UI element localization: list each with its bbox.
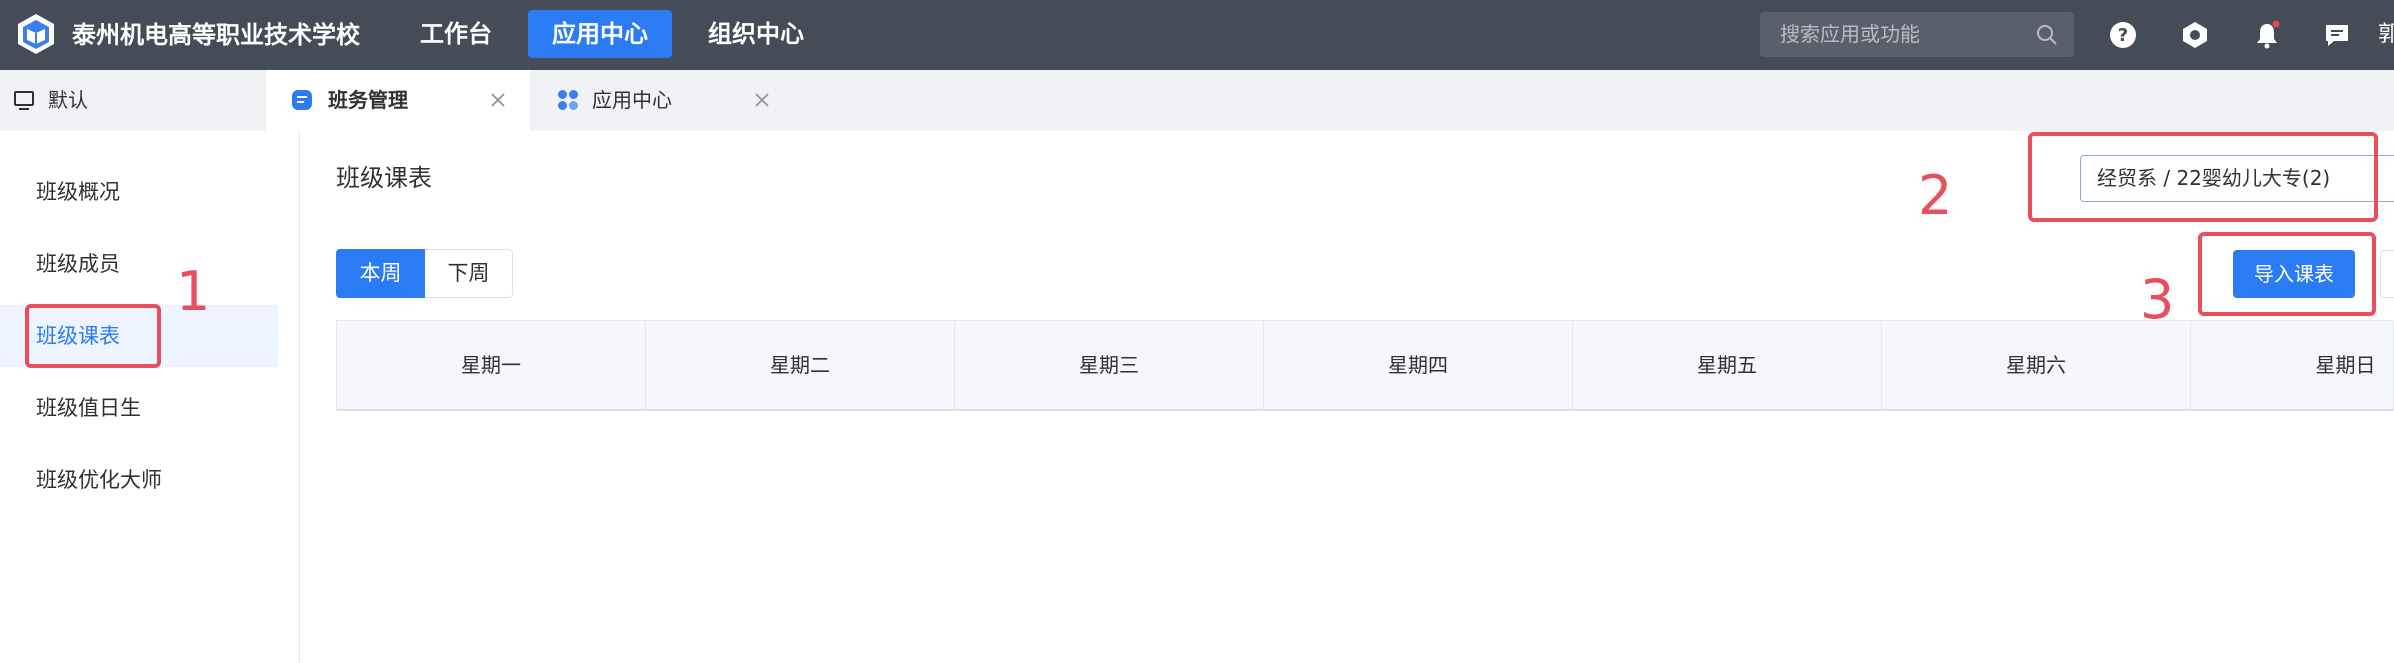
nav-org-center[interactable]: 组织中心 xyxy=(690,10,822,58)
bell-icon[interactable] xyxy=(2252,20,2282,50)
tab-bar: 默认 班务管理 应用中心 xyxy=(0,70,2394,131)
search-input[interactable]: 搜索应用或功能 xyxy=(1760,12,2074,57)
sidebar: 班级概况 班级成员 班级课表 班级值日生 班级优化大师 xyxy=(0,131,300,663)
search-placeholder: 搜索应用或功能 xyxy=(1780,22,1920,46)
this-week-button[interactable]: 本周 xyxy=(336,249,425,298)
sidebar-item-overview[interactable]: 班级概况 xyxy=(0,161,278,223)
chat-icon xyxy=(292,90,312,110)
school-name: 泰州机电高等职业技术学校 xyxy=(72,21,360,49)
weekday-header: 星期日 xyxy=(2315,353,2376,377)
top-bar: 泰州机电高等职业技术学校 工作台 应用中心 组织中心 搜索应用或功能 ? 郭 xyxy=(0,0,2394,70)
school-logo-icon xyxy=(18,14,54,54)
annotation-number-1: 1 xyxy=(176,260,211,323)
settings-hexagon-icon[interactable] xyxy=(2180,20,2210,50)
annotation-box-3 xyxy=(2198,232,2376,316)
weekday-header: 星期三 xyxy=(955,321,1264,410)
close-icon[interactable] xyxy=(752,90,772,110)
tab-label: 班务管理 xyxy=(328,88,408,112)
search-icon xyxy=(2037,25,2057,45)
weekday-header: 星期四 xyxy=(1264,321,1573,410)
weekday-header: 星期二 xyxy=(646,321,955,410)
secondary-button[interactable] xyxy=(2380,250,2394,298)
weekday-header: 星期五 xyxy=(1573,321,1882,410)
tab-label: 应用中心 xyxy=(592,88,672,112)
sidebar-item-duty[interactable]: 班级值日生 xyxy=(0,377,278,439)
monitor-icon xyxy=(14,91,34,110)
user-name[interactable]: 郭 xyxy=(2378,0,2394,70)
page-title: 班级课表 xyxy=(336,164,432,192)
tab-default[interactable]: 默认 xyxy=(0,70,266,131)
svg-text:?: ? xyxy=(2118,25,2128,46)
weekday-header: 星期六 xyxy=(1882,321,2191,410)
help-icon[interactable]: ? xyxy=(2108,20,2138,50)
schedule-table-header: 星期一 星期二 星期三 星期四 星期五 星期六 星期日 xyxy=(336,320,2394,411)
message-icon[interactable] xyxy=(2322,20,2352,50)
annotation-box-1 xyxy=(25,304,161,368)
tab-label: 默认 xyxy=(48,88,88,112)
grid-apps-icon xyxy=(558,90,578,110)
next-week-button[interactable]: 下周 xyxy=(425,249,513,298)
sidebar-item-optimizer[interactable]: 班级优化大师 xyxy=(0,449,278,511)
nav-workbench[interactable]: 工作台 xyxy=(402,10,510,58)
tab-class-affairs[interactable]: 班务管理 xyxy=(266,70,530,131)
nav-app-center[interactable]: 应用中心 xyxy=(528,10,672,58)
tab-app-center[interactable]: 应用中心 xyxy=(530,70,790,131)
sidebar-item-members[interactable]: 班级成员 xyxy=(0,233,278,295)
close-icon[interactable] xyxy=(488,90,508,110)
annotation-number-2: 2 xyxy=(1918,164,1953,227)
weekday-header: 星期一 xyxy=(337,321,646,410)
annotation-number-3: 3 xyxy=(2140,268,2175,331)
annotation-box-2 xyxy=(2028,132,2378,222)
